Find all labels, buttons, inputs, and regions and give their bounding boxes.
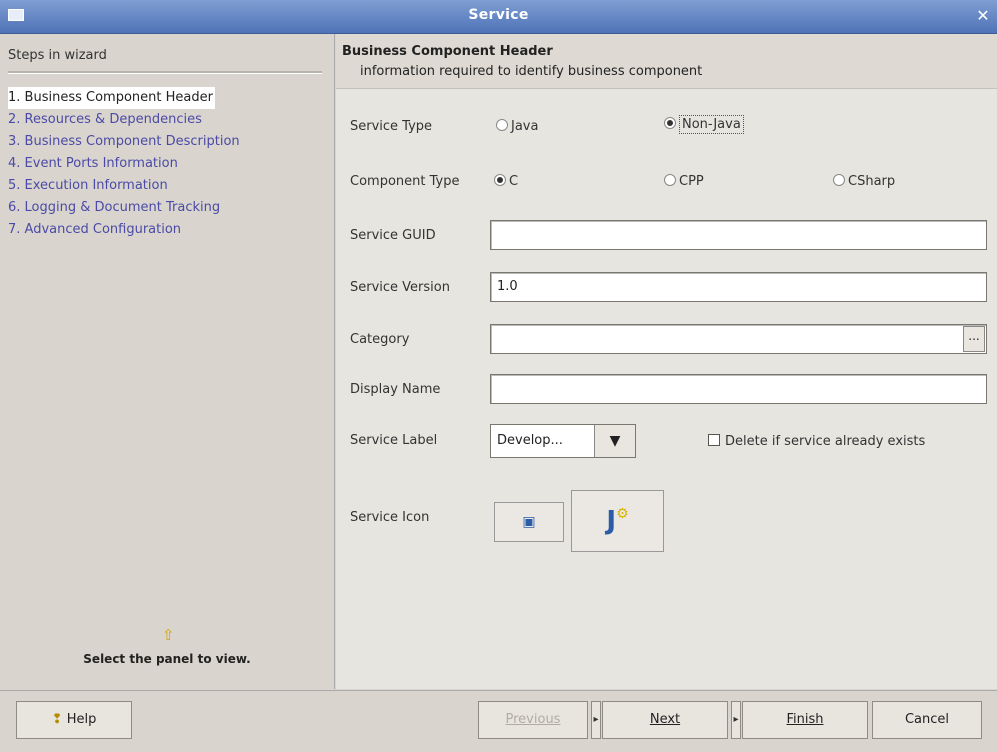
steps-list: 1. Business Component Header 2. Resource… xyxy=(8,87,240,241)
step-event-ports-information[interactable]: 4. Event Ports Information xyxy=(8,153,240,175)
cancel-button[interactable]: Cancel xyxy=(872,701,982,739)
service-icon-label: Service Icon xyxy=(350,510,430,525)
service-version-label: Service Version xyxy=(350,280,450,295)
category-browse-button[interactable]: ... xyxy=(963,326,985,352)
help-button[interactable]: ❢ Help xyxy=(16,701,132,739)
wizard-steps-pane: Steps in wizard 1. Business Component He… xyxy=(0,34,335,689)
step-business-component-description[interactable]: 3. Business Component Description xyxy=(8,131,240,153)
display-name-label: Display Name xyxy=(350,382,441,397)
next-button[interactable]: Next xyxy=(602,701,728,739)
previous-button[interactable]: Previous xyxy=(478,701,588,739)
service-wizard-window: Service ✕ Steps in wizard 1. Business Co… xyxy=(0,0,997,752)
steps-divider xyxy=(8,71,322,74)
step-advanced-configuration[interactable]: 7. Advanced Configuration xyxy=(8,219,240,241)
service-icon-small-button[interactable]: ▣ xyxy=(494,502,564,542)
service-icon-large-button[interactable]: J⚙ xyxy=(571,490,664,552)
panel-area: Business Component Header information re… xyxy=(336,34,997,689)
java-gear-icon: J⚙ xyxy=(606,506,629,536)
help-icon: ❢ xyxy=(51,712,63,727)
panel-header: Business Component Header information re… xyxy=(336,34,997,89)
title-bar: Service ✕ xyxy=(0,0,997,34)
radio-java[interactable]: Java xyxy=(496,119,538,134)
panel-subtitle: information required to identify busines… xyxy=(360,64,703,79)
panel-title: Business Component Header xyxy=(342,44,553,59)
help-label: Help xyxy=(66,712,97,727)
step-logging-document-tracking[interactable]: 6. Logging & Document Tracking xyxy=(8,197,240,219)
window-title: Service xyxy=(468,7,529,23)
category-label: Category xyxy=(350,332,410,347)
checkbox-box[interactable] xyxy=(708,434,720,446)
service-guid-label: Service GUID xyxy=(350,228,436,243)
arrow-up-icon: ⇧ xyxy=(162,626,175,644)
display-name-field[interactable] xyxy=(490,374,987,404)
radio-csharp[interactable]: CSharp xyxy=(833,174,895,189)
step-execution-information[interactable]: 5. Execution Information xyxy=(8,175,240,197)
component-type-label: Component Type xyxy=(350,174,460,189)
service-version-field[interactable]: 1.0 xyxy=(490,272,987,302)
delete-if-exists-checkbox[interactable]: Delete if service already exists xyxy=(708,434,925,449)
step-resources-dependencies[interactable]: 2. Resources & Dependencies xyxy=(8,109,240,131)
previous-split-handle[interactable]: ▸ xyxy=(591,701,601,739)
delete-if-exists-label: Delete if service already exists xyxy=(725,434,926,449)
service-guid-field[interactable] xyxy=(490,220,987,250)
step-business-component-header[interactable]: 1. Business Component Header xyxy=(8,87,215,109)
category-field[interactable] xyxy=(490,324,987,354)
finish-button[interactable]: Finish xyxy=(742,701,868,739)
radio-cpp[interactable]: CPP xyxy=(664,174,704,189)
header-form: Service Type Java Non-Java Component Typ… xyxy=(336,90,997,689)
radio-non-java[interactable]: Non-Java xyxy=(664,115,744,134)
service-label-select[interactable]: Develop... ▼ xyxy=(490,424,636,458)
service-type-label: Service Type xyxy=(350,119,433,134)
next-split-handle[interactable]: ▸ xyxy=(731,701,741,739)
radio-c[interactable]: C xyxy=(494,174,518,189)
steps-header: Steps in wizard xyxy=(8,48,107,63)
service-label-label: Service Label xyxy=(350,433,438,448)
button-bar: ❢ Help Previous ▸ Next ▸ Finish Cancel xyxy=(0,690,997,752)
service-label-value: Develop... xyxy=(497,433,563,448)
select-panel-hint: Select the panel to view. xyxy=(83,652,251,666)
close-icon[interactable]: ✕ xyxy=(973,6,993,26)
component-icon: ▣ xyxy=(522,514,536,530)
chevron-down-icon[interactable]: ▼ xyxy=(594,425,635,457)
